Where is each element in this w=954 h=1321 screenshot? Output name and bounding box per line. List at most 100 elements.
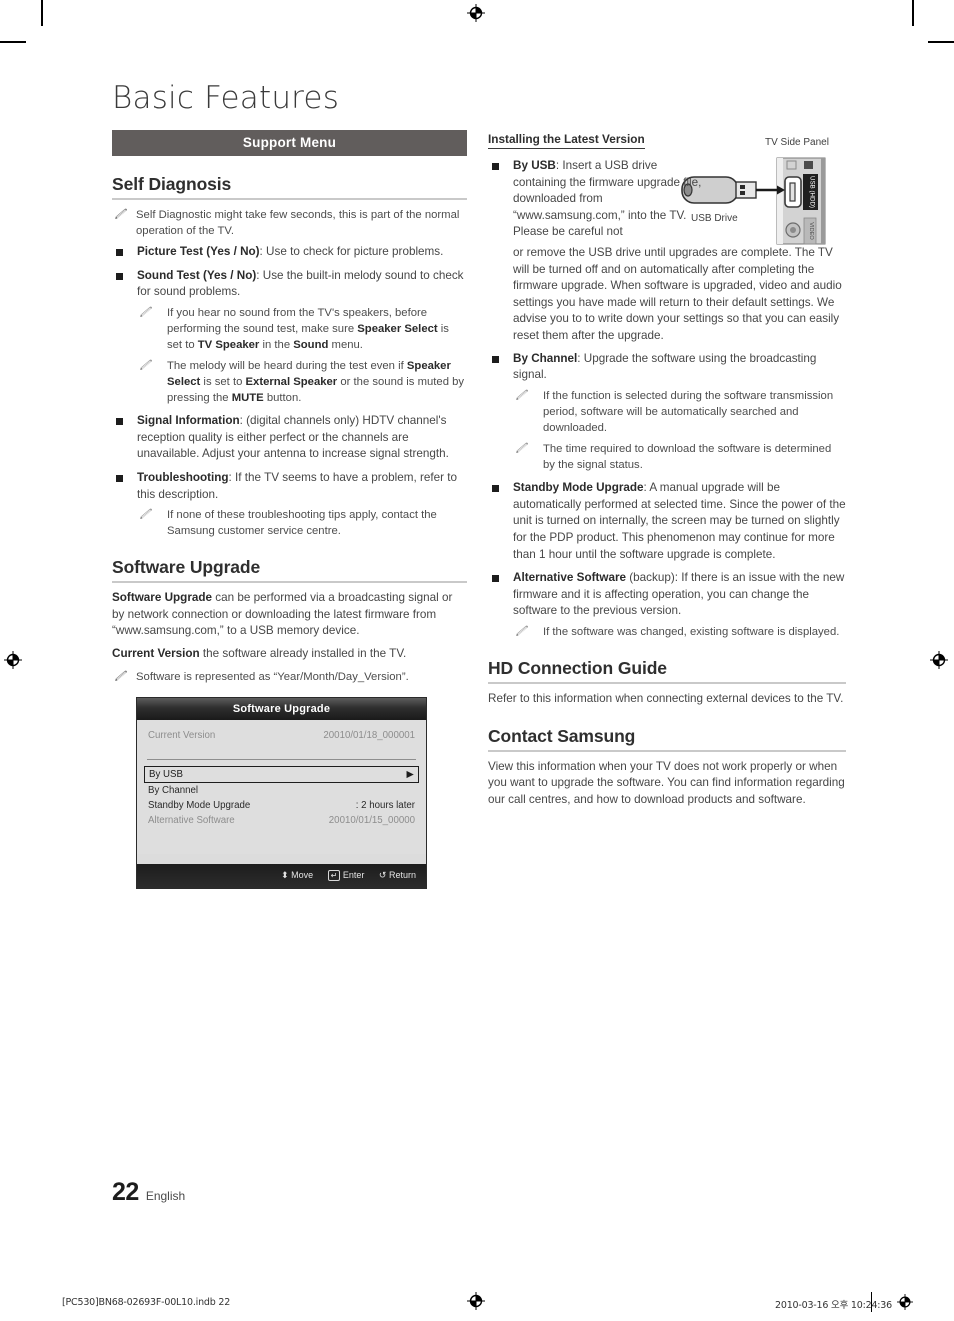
osd-spacer	[147, 828, 416, 852]
heading-self-diagnosis: Self Diagnosis	[112, 174, 232, 194]
page-content: Basic Features Support Menu Self Diagnos…	[112, 80, 846, 889]
note-text-suffix: button.	[263, 392, 302, 405]
svg-text:USB (HDD): USB (HDD)	[809, 176, 816, 208]
osd-title: Software Upgrade	[137, 697, 426, 720]
registration-mark-bottom	[467, 1292, 485, 1310]
crop-mark-top-right-vertical	[912, 0, 914, 26]
bullet-term: Alternative Software	[513, 571, 627, 585]
osd-body: Current Version 20010/01/18_000001 By US…	[137, 719, 426, 854]
pencil-note-icon	[139, 508, 153, 520]
note-text-mid2: in the	[259, 338, 294, 351]
page-language: English	[145, 1189, 186, 1203]
play-arrow-icon: ▶	[406, 768, 414, 780]
crop-mark-top-left-horizontal	[0, 41, 26, 43]
osd-row-label: Standby Mode Upgrade	[148, 799, 251, 811]
square-bullet-icon	[492, 355, 499, 363]
note-text: If the software was changed, existing so…	[543, 625, 840, 638]
registration-mark-left	[4, 651, 22, 669]
self-diagnosis-top-notes: Self Diagnostic might take few seconds, …	[112, 207, 467, 239]
note-text: If none of these troubleshooting tips ap…	[167, 509, 437, 538]
page-title: Basic Features	[112, 80, 340, 116]
note-item: The melody will be heard during the test…	[137, 358, 467, 406]
square-bullet-icon	[492, 163, 499, 170]
osd-row-by-channel[interactable]: By Channel	[147, 783, 416, 798]
square-bullet-icon	[116, 474, 123, 482]
heading-software-upgrade: Software Upgrade	[112, 557, 261, 578]
return-arrow-icon: ↺	[378, 869, 387, 880]
osd-row-value: 20010/01/15_00000	[328, 814, 415, 826]
print-source-file: [PC530]BN68-02693F-00L10.indb 22	[62, 1297, 231, 1308]
pencil-note-icon	[114, 208, 128, 220]
note-item: The time required to download the softwa…	[513, 441, 846, 473]
note-emphasis-external-speaker: External Speaker	[245, 376, 338, 389]
bullet-term: By Channel	[513, 351, 578, 365]
osd-row-value: 20010/01/18_000001	[323, 729, 415, 741]
note-text: Software is represented as “Year/Month/D…	[136, 670, 409, 683]
note-text-suffix: menu.	[328, 338, 363, 351]
enter-key-icon: ↵	[327, 869, 341, 881]
bullet-item-by-channel: By Channel: Upgrade the software using t…	[488, 351, 846, 473]
bullet-term: Standby Mode Upgrade	[513, 481, 644, 495]
osd-key-enter: ↵ Enter	[327, 869, 367, 881]
crop-mark-top-right-horizontal	[928, 41, 954, 43]
self-diagnosis-bullets: Picture Test (Yes / No): Use to check fo…	[112, 244, 467, 539]
note-item: If the software was changed, existing so…	[513, 624, 846, 640]
osd-row-label: By Channel	[148, 784, 199, 796]
bullet-item-picture-test: Picture Test (Yes / No): Use to check fo…	[112, 244, 467, 261]
osd-key-label: Enter	[342, 869, 365, 880]
sound-test-notes: If you hear no sound from the TV's speak…	[137, 305, 467, 406]
bullet-item-troubleshooting: Troubleshooting: If the TV seems to have…	[112, 470, 467, 539]
bullet-item-standby-mode-upgrade: Standby Mode Upgrade: A manual upgrade w…	[488, 480, 846, 563]
heading-contact-samsung: Contact Samsung	[488, 725, 636, 746]
osd-key-return: ↺ Return	[379, 870, 416, 880]
left-column: Support Menu Self Diagnosis Self Diagnos…	[112, 130, 467, 889]
print-timestamp: 2010-03-16 오후 10:24:36	[775, 1300, 892, 1311]
osd-key-label: Move	[291, 869, 314, 880]
svg-text:VIDEO: VIDEO	[808, 222, 814, 240]
square-bullet-icon	[492, 485, 499, 493]
osd-key-move: ⬍ Move	[281, 870, 316, 880]
square-bullet-icon	[116, 418, 123, 426]
osd-divider	[147, 758, 416, 760]
contact-samsung-body: View this information when your TV does …	[488, 759, 845, 806]
heading-rule	[488, 681, 846, 684]
software-upgrade-notes: Software is represented as “Year/Month/D…	[112, 669, 467, 685]
osd-software-upgrade-screenshot: Software Upgrade Current Version 20010/0…	[136, 696, 427, 889]
hd-connection-guide-body: Refer to this information when connectin…	[488, 691, 844, 705]
osd-footer-key-hints: ⬍ Move ↵ Enter ↺ Return	[137, 863, 426, 888]
note-emphasis-mute: MUTE	[231, 392, 264, 405]
osd-row-current-version: Current Version 20010/01/18_000001	[147, 728, 416, 743]
bullet-item-signal-information: Signal Information: (digital channels on…	[112, 413, 467, 463]
registration-mark-footer-right	[897, 1294, 915, 1312]
osd-row-value: : 2 hours later	[355, 799, 415, 811]
registration-mark-top	[467, 4, 485, 22]
updown-arrow-icon: ⬍	[281, 869, 289, 880]
osd-row-standby-mode-upgrade[interactable]: Standby Mode Upgrade : 2 hours later	[147, 798, 416, 813]
heading-rule	[112, 581, 467, 584]
pencil-note-icon	[139, 306, 153, 318]
osd-row-by-usb[interactable]: By USB ▶	[144, 765, 419, 783]
note-text-mid: is set to	[200, 376, 246, 389]
osd-key-label: Return	[388, 869, 416, 880]
square-bullet-icon	[116, 249, 123, 257]
paragraph-term: Software Upgrade	[112, 591, 213, 605]
software-upgrade-paragraph-2: Current Version the software already ins…	[112, 646, 467, 663]
support-menu-section-bar: Support Menu	[112, 130, 467, 156]
note-emphasis-sound: Sound	[293, 338, 329, 351]
page-number: 22	[112, 1178, 139, 1206]
note-text-prefix: The melody will be heard during the test…	[167, 359, 407, 372]
heading-rule	[112, 198, 467, 200]
bullet-term: Picture Test (Yes / No)	[137, 245, 260, 259]
bullet-term: By USB	[513, 159, 556, 172]
bullet-term: Signal Information	[137, 414, 240, 428]
osd-row-label: Current Version	[148, 729, 216, 741]
osd-row-label: By USB	[149, 768, 183, 780]
right-column: Installing the Latest Version TV Side Pa…	[488, 130, 846, 814]
paragraph-text: the software already installed in the TV…	[199, 647, 407, 661]
note-item: Self Diagnostic might take few seconds, …	[112, 207, 467, 239]
note-item: Software is represented as “Year/Month/D…	[112, 669, 467, 685]
note-emphasis-speaker-select: Speaker Select	[357, 322, 438, 335]
subheading-installing-latest-version: Installing the Latest Version	[488, 132, 645, 149]
osd-row-alternative-software[interactable]: Alternative Software 20010/01/15_00000	[147, 813, 416, 828]
bullet-item-alternative-software: Alternative Software (backup): If there …	[488, 570, 846, 640]
